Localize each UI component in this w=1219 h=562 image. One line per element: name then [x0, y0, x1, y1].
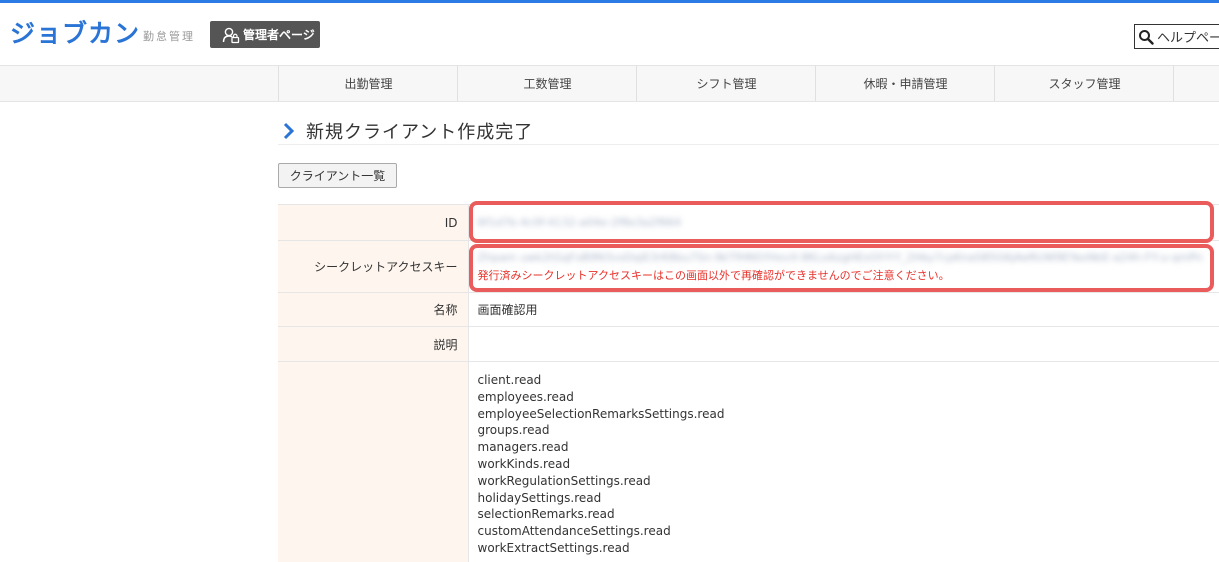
secret-label: シークレットアクセスキー [278, 241, 468, 293]
list-item: workKinds.read [478, 456, 1219, 473]
list-item: managers.read [478, 439, 1219, 456]
client-list-button[interactable]: クライアント一覧 [278, 163, 397, 188]
description-value [468, 327, 1219, 362]
list-item: holidaySettings.read [478, 490, 1219, 507]
nav-man-hours-label: 工数管理 [523, 75, 571, 92]
nav-leave-requests[interactable]: 休暇・申請管理 [815, 66, 995, 101]
nav-attendance[interactable]: 出勤管理 [278, 66, 458, 101]
nav-man-hours[interactable]: 工数管理 [457, 66, 637, 101]
list-item: groups.read [478, 422, 1219, 439]
logo-subtitle: 勤怠管理 [143, 28, 195, 44]
list-item: workExtractSettings.read [478, 540, 1219, 557]
nav-staff[interactable]: スタッフ管理 [994, 66, 1174, 101]
table-row-name: 名称 画面確認用 [278, 293, 1219, 327]
nav-shift-label: シフト管理 [696, 75, 756, 92]
nav-attendance-label: 出勤管理 [344, 75, 392, 92]
table-row-description: 説明 [278, 327, 1219, 362]
scopes-label [278, 362, 468, 562]
id-label: ID [278, 205, 468, 241]
admin-page-button[interactable]: 管理者ページ [210, 21, 320, 48]
secret-highlight-box [469, 244, 1214, 292]
admin-user-icon [222, 26, 240, 44]
list-item: customAttendanceSettings.read [478, 523, 1219, 540]
page-title: 新規クライアント作成完了 [306, 118, 533, 144]
description-label: 説明 [278, 327, 468, 362]
nav-more[interactable] [1173, 66, 1219, 101]
scopes-cell: client.read employees.read employeeSelec… [468, 362, 1219, 562]
nav-staff-label: スタッフ管理 [1048, 75, 1120, 92]
list-item: employeeSelectionRemarksSettings.read [478, 406, 1219, 423]
help-search-button[interactable]: ヘルプペー [1134, 24, 1219, 49]
page-title-row: 新規クライアント作成完了 [282, 118, 533, 144]
title-divider [278, 144, 1219, 145]
list-item: employees.read [478, 389, 1219, 406]
list-item: selectionRemarks.read [478, 506, 1219, 523]
main-nav: 出勤管理 工数管理 シフト管理 休暇・申請管理 スタッフ管理 [0, 65, 1219, 102]
jobcan-logo[interactable]: ジョブカン [10, 14, 140, 50]
scope-list: client.read employees.read employeeSelec… [478, 372, 1219, 557]
name-value: 画面確認用 [468, 293, 1219, 327]
list-item: workRegulationSettings.read [478, 473, 1219, 490]
id-highlight-box [469, 201, 1214, 243]
admin-page-label: 管理者ページ [243, 26, 315, 43]
chevron-right-icon [282, 122, 296, 140]
name-label: 名称 [278, 293, 468, 327]
app-header: ジョブカン 勤怠管理 管理者ページ ヘルプペー [0, 3, 1219, 65]
search-icon [1138, 29, 1154, 45]
help-label: ヘルプペー [1157, 27, 1219, 46]
nav-shift[interactable]: シフト管理 [636, 66, 816, 101]
list-item: client.read [478, 372, 1219, 389]
nav-leave-requests-label: 休暇・申請管理 [863, 75, 947, 92]
table-row-scopes: client.read employees.read employeeSelec… [278, 362, 1219, 562]
